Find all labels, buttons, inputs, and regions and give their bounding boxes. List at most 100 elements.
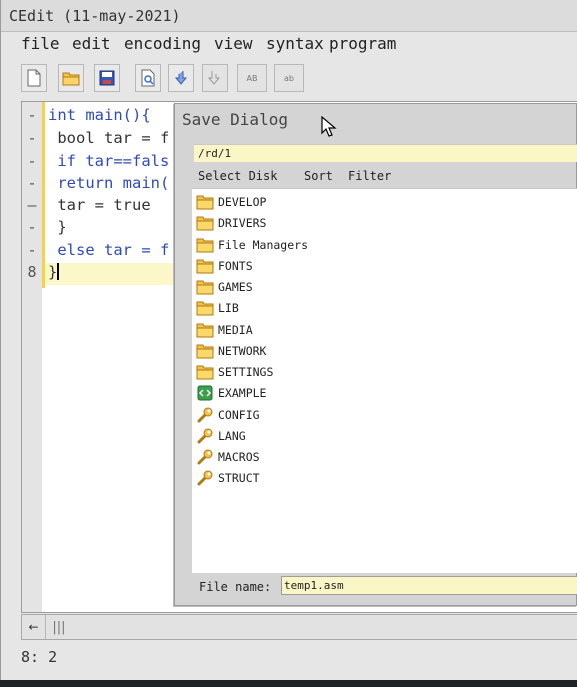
new-file-icon [27, 69, 41, 87]
line-text: int main(){ [48, 106, 151, 124]
file-list-item[interactable]: GAMES [194, 277, 494, 297]
path-text: /rd/1 [198, 147, 232, 160]
file-list-item[interactable]: File Managers [194, 235, 494, 255]
import-button[interactable] [168, 64, 194, 92]
folder-icon [196, 258, 214, 274]
line-text: } [48, 261, 60, 283]
menu-edit[interactable]: edit [72, 34, 111, 53]
line-text: } [48, 218, 67, 236]
file-name: DEVELOP [218, 195, 267, 209]
line-number: - [27, 106, 37, 124]
file-list-item[interactable]: FONTS [194, 256, 494, 276]
scroll-left-button[interactable]: ← [22, 615, 46, 639]
mouse-pointer-icon [321, 116, 337, 137]
code-line: - } [22, 216, 182, 238]
menu-encoding[interactable]: encoding [124, 34, 201, 53]
wrench-icon [196, 449, 214, 465]
line-number: - [27, 174, 37, 192]
file-list-item[interactable]: LIB [194, 298, 494, 318]
file-name: FONTS [218, 258, 253, 273]
save-dialog: Save Dialog /rd/1 Select Disk Sort Filte… [174, 103, 577, 606]
export-button[interactable] [202, 64, 228, 92]
file-name: MEDIA [218, 322, 253, 337]
scrollbar-thumb[interactable]: ||| [50, 618, 68, 636]
code-line: - else tar = f [22, 239, 182, 261]
code-line: - return main( [22, 172, 182, 194]
horizontal-scrollbar[interactable]: ← ||| [21, 614, 577, 640]
menu-file[interactable]: file [21, 34, 60, 53]
wrench-icon [196, 428, 214, 444]
code-line: — tar = true [22, 194, 182, 216]
filename-input[interactable] [281, 576, 577, 595]
folder-icon [196, 279, 214, 295]
file-name: MACROS [218, 450, 260, 464]
menu-program[interactable]: program [329, 34, 396, 53]
arrow-left-icon: ← [28, 620, 39, 634]
folder-icon [196, 300, 214, 316]
code-line: - int main(){ [22, 104, 182, 126]
folder-icon [196, 194, 214, 210]
line-number: - [27, 241, 37, 259]
title-bar[interactable]: CEdit (11-may-2021) [1, 0, 577, 32]
sort-menu[interactable]: Sort [304, 169, 333, 183]
file-name: CONFIG [218, 407, 260, 422]
code-line: - if tar==fals [22, 150, 182, 172]
menu-syntax[interactable]: syntax [266, 34, 324, 53]
file-name: LANG [218, 428, 246, 443]
import-icon [174, 71, 188, 85]
menu-view[interactable]: view [214, 34, 253, 53]
line-text-content: } [48, 263, 58, 281]
file-list-item[interactable]: CONFIG [194, 405, 494, 425]
line-number: - [27, 129, 37, 147]
file-name: SETTINGS [218, 365, 274, 379]
folder-icon [196, 343, 214, 359]
file-name: DRIVERS [218, 216, 267, 231]
filename-label: File name: [199, 580, 272, 594]
file-list-item[interactable]: NETWORK [194, 341, 494, 361]
line-number: — [27, 196, 37, 214]
line-text: if tar==fals [48, 152, 170, 170]
line-number: 8 [27, 263, 37, 281]
code-file-icon [196, 385, 214, 401]
file-list-item[interactable]: DRIVERS [194, 213, 494, 233]
file-name: NETWORK [218, 343, 267, 358]
wrench-icon [196, 470, 214, 486]
save-button[interactable] [94, 64, 120, 92]
uppercase-button[interactable]: AB [237, 64, 267, 92]
file-list-item[interactable]: SETTINGS [194, 362, 494, 382]
file-list-item[interactable]: DEVELOP [194, 192, 494, 212]
file-list[interactable]: DEVELOP DRIVERS File Managers FONTS GAMES LIB… [192, 188, 577, 573]
code-line: 8 } [22, 261, 182, 283]
window-title: CEdit (11-may-2021) [9, 7, 181, 25]
file-list-item[interactable]: MACROS [194, 447, 494, 467]
file-list-item[interactable]: STRUCT [194, 468, 494, 488]
new-file-button[interactable] [21, 64, 47, 92]
line-text: return main( [48, 174, 170, 192]
line-text: bool tar = f [48, 129, 170, 147]
cursor-position: 8: 2 [21, 648, 58, 666]
file-name: EXAMPLE [218, 386, 267, 401]
open-folder-icon [62, 72, 80, 85]
preview-button[interactable] [135, 64, 161, 92]
line-number: - [27, 152, 37, 170]
export-icon [207, 71, 221, 85]
lowercase-button[interactable]: ab [274, 64, 304, 92]
uppercase-icon: AB [246, 73, 258, 83]
select-disk-menu[interactable]: Select Disk [198, 169, 277, 183]
path-field[interactable]: /rd/1 [194, 144, 577, 162]
text-caret [57, 263, 60, 280]
preview-icon [141, 69, 155, 87]
file-list-item[interactable]: MEDIA [194, 320, 494, 340]
file-name: File Managers [218, 237, 309, 252]
wrench-icon [196, 407, 214, 423]
dialog-title: Save Dialog [182, 110, 288, 129]
filter-menu[interactable]: Filter [348, 169, 391, 183]
folder-icon [196, 322, 214, 338]
open-button[interactable] [58, 64, 84, 92]
file-list-item[interactable]: LANG [194, 426, 494, 446]
line-text: else tar = f [48, 241, 170, 259]
file-name: LIB [218, 301, 239, 316]
file-name: GAMES [218, 280, 253, 294]
lowercase-icon: ab [284, 73, 294, 83]
file-list-item[interactable]: EXAMPLE [194, 383, 494, 403]
